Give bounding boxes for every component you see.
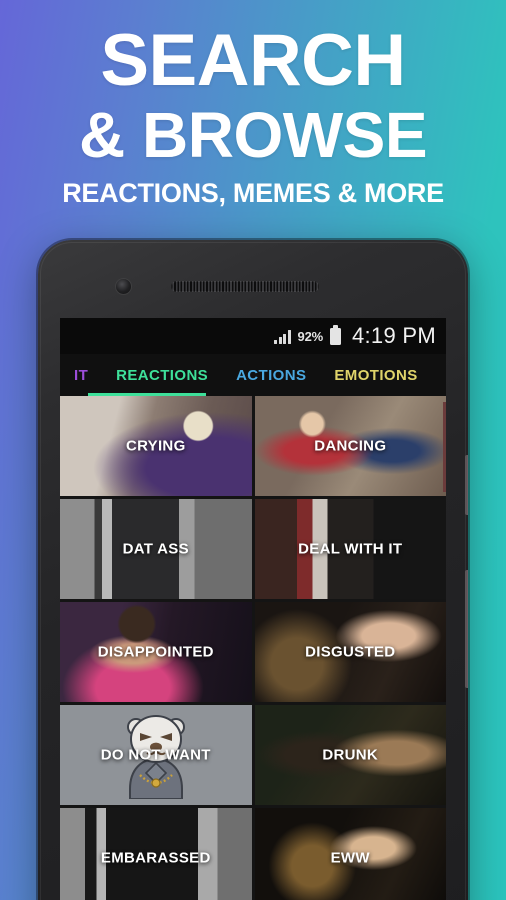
grid-tile[interactable]: EMBARASSED: [60, 808, 252, 900]
volume-button[interactable]: [465, 570, 468, 688]
grid-tile-label: DAT ASS: [122, 540, 189, 558]
signal-bars-icon: [274, 329, 291, 344]
tab-emotions[interactable]: EMOTIONS: [320, 367, 431, 384]
battery-icon: [329, 324, 341, 345]
grid-tile[interactable]: CRYING: [60, 396, 252, 496]
promo-headline-line1: SEARCH: [100, 20, 406, 101]
status-bar: 92% 4:19 PM: [60, 318, 446, 354]
grid-tile[interactable]: DEAL WITH IT: [254, 499, 446, 599]
battery-percent-label: 92%: [297, 328, 324, 344]
grid-tile[interactable]: EWW: [254, 808, 446, 900]
grid-tile-label: CRYING: [125, 437, 186, 455]
grid-tile[interactable]: DAT ASS: [60, 499, 252, 599]
promo-banner: SEARCH & BROWSE REACTIONS, MEMES & MORE: [0, 0, 506, 210]
grid-tile-label: DISAPPOINTED: [97, 643, 214, 661]
grid-tile-label: DEAL WITH IT: [298, 540, 403, 558]
category-tab-bar[interactable]: IT REACTIONS ACTIONS EMOTIONS ME: [60, 354, 446, 396]
grid-tile-label: DISGUSTED: [305, 643, 396, 661]
phone-mockup: 92% 4:19 PM IT REACTIONS ACTIONS EMOTION…: [38, 240, 468, 900]
status-bar-clock: 4:19 PM: [351, 323, 436, 348]
grid-tile-label: DANCING: [314, 437, 387, 455]
promo-headline-line2: & BROWSE: [79, 99, 428, 171]
grid-tile[interactable]: DANCING: [254, 396, 446, 496]
earpiece-speaker-icon: [171, 281, 319, 292]
tab-it[interactable]: IT: [60, 367, 102, 384]
grid-tile-label: EWW: [330, 849, 370, 867]
grid-tile[interactable]: DRUNK: [254, 705, 446, 805]
grid-tile[interactable]: DISGUSTED: [254, 602, 446, 702]
category-grid[interactable]: CRYING DANCING DAT ASS DEAL WITH IT DISAPPOI…: [60, 396, 446, 900]
promo-subtitle: REACTIONS, MEMES & MORE: [62, 178, 444, 208]
grid-tile-label: EMBARASSED: [100, 849, 211, 867]
grid-tile[interactable]: DO NOT WANT: [60, 705, 252, 805]
grid-tile-label: DO NOT WANT: [100, 746, 211, 764]
grid-tile[interactable]: DISAPPOINTED: [60, 602, 252, 702]
front-camera-icon: [116, 279, 131, 294]
phone-screen: 92% 4:19 PM IT REACTIONS ACTIONS EMOTION…: [60, 318, 446, 900]
power-button[interactable]: [465, 455, 468, 515]
tab-memes[interactable]: ME: [432, 367, 447, 384]
tab-reactions[interactable]: REACTIONS: [102, 367, 222, 384]
scroll-indicator[interactable]: [443, 402, 446, 492]
tab-actions[interactable]: ACTIONS: [222, 367, 320, 384]
grid-tile-label: DRUNK: [322, 746, 379, 764]
